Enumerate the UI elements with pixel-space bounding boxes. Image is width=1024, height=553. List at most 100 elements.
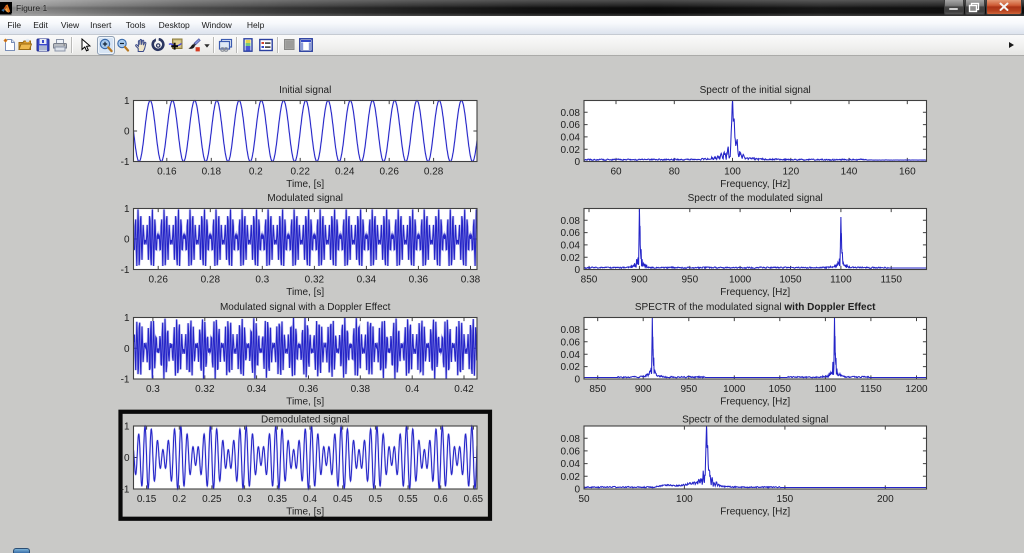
svg-text:120: 120 [782, 167, 799, 178]
svg-text:0.15: 0.15 [137, 494, 157, 505]
svg-text:80: 80 [669, 167, 681, 178]
svg-text:0.04: 0.04 [561, 459, 581, 470]
svg-text:Time, [s]: Time, [s] [286, 287, 324, 298]
svg-text:0.02: 0.02 [561, 253, 581, 264]
svg-text:SPECTR of the modulated signal: SPECTR of the modulated signal with Dopp… [635, 302, 876, 313]
svg-text:0: 0 [574, 375, 580, 386]
svg-text:0.5: 0.5 [368, 494, 382, 505]
svg-text:100: 100 [676, 494, 693, 505]
svg-text:0.42: 0.42 [454, 384, 474, 395]
svg-text:0.04: 0.04 [561, 350, 581, 361]
svg-text:0.26: 0.26 [379, 167, 399, 178]
svg-text:0: 0 [124, 127, 130, 138]
svg-text:0.2: 0.2 [249, 167, 263, 178]
svg-text:950: 950 [680, 384, 697, 395]
svg-text:1: 1 [124, 204, 130, 215]
svg-text:0.6: 0.6 [434, 494, 448, 505]
svg-text:0.36: 0.36 [299, 384, 319, 395]
svg-text:0.38: 0.38 [351, 384, 371, 395]
svg-text:1: 1 [124, 96, 130, 107]
svg-text:-1: -1 [121, 265, 130, 276]
svg-text:0: 0 [574, 265, 580, 276]
svg-text:900: 900 [635, 384, 652, 395]
svg-text:0.65: 0.65 [464, 494, 484, 505]
svg-text:0.18: 0.18 [202, 167, 222, 178]
svg-text:0.36: 0.36 [409, 275, 429, 286]
svg-text:850: 850 [581, 275, 598, 286]
svg-text:0.22: 0.22 [290, 167, 310, 178]
svg-text:0.35: 0.35 [268, 494, 288, 505]
svg-text:100: 100 [724, 167, 741, 178]
svg-text:0: 0 [574, 485, 580, 496]
svg-text:1: 1 [124, 313, 130, 324]
svg-text:0.06: 0.06 [561, 447, 581, 458]
svg-text:0.4: 0.4 [303, 494, 317, 505]
svg-text:Demodulated signal: Demodulated signal [261, 415, 349, 426]
svg-text:1150: 1150 [880, 275, 902, 286]
svg-text:Modulated signal with a Dopple: Modulated signal with a Doppler Effect [220, 302, 391, 313]
svg-text:0.02: 0.02 [561, 145, 581, 156]
svg-text:0.28: 0.28 [424, 167, 444, 178]
svg-text:0.26: 0.26 [148, 275, 168, 286]
svg-text:0.2: 0.2 [172, 494, 186, 505]
svg-text:0.04: 0.04 [561, 241, 581, 252]
svg-text:0.08: 0.08 [561, 434, 581, 445]
svg-text:1000: 1000 [729, 275, 752, 286]
svg-text:1150: 1150 [860, 384, 882, 395]
svg-text:160: 160 [899, 167, 916, 178]
svg-text:0.06: 0.06 [561, 337, 581, 348]
svg-text:850: 850 [589, 384, 606, 395]
svg-text:Spectr of the initial signal: Spectr of the initial signal [700, 85, 811, 96]
svg-text:1050: 1050 [779, 275, 802, 286]
svg-text:0.06: 0.06 [561, 120, 581, 131]
svg-text:1: 1 [124, 422, 130, 433]
svg-text:0: 0 [124, 453, 130, 464]
svg-text:0.25: 0.25 [202, 494, 222, 505]
svg-text:1200: 1200 [905, 384, 928, 395]
svg-text:0.32: 0.32 [195, 384, 215, 395]
svg-text:150: 150 [777, 494, 794, 505]
svg-text:Spectr of the modulated signal: Spectr of the modulated signal [688, 193, 823, 204]
svg-text:900: 900 [631, 275, 648, 286]
svg-text:Initial signal: Initial signal [279, 85, 331, 96]
svg-text:60: 60 [610, 167, 622, 178]
svg-text:0.55: 0.55 [398, 494, 418, 505]
svg-text:Frequency, [Hz]: Frequency, [Hz] [720, 507, 790, 518]
svg-text:0.08: 0.08 [561, 216, 581, 227]
svg-text:0.38: 0.38 [461, 275, 481, 286]
svg-text:0: 0 [124, 235, 130, 246]
svg-text:0: 0 [124, 344, 130, 355]
svg-text:950: 950 [681, 275, 698, 286]
svg-text:-1: -1 [121, 375, 130, 386]
svg-text:0.3: 0.3 [238, 494, 252, 505]
svg-text:0.08: 0.08 [561, 325, 581, 336]
svg-text:140: 140 [841, 167, 858, 178]
svg-text:Modulated signal: Modulated signal [267, 193, 343, 204]
svg-text:1100: 1100 [830, 275, 852, 286]
svg-text:0.02: 0.02 [561, 362, 581, 373]
svg-text:1000: 1000 [723, 384, 746, 395]
svg-text:0.34: 0.34 [357, 275, 377, 286]
svg-text:0.3: 0.3 [146, 384, 160, 395]
svg-text:Frequency, [Hz]: Frequency, [Hz] [720, 287, 790, 298]
svg-text:0.34: 0.34 [247, 384, 267, 395]
svg-text:0.28: 0.28 [201, 275, 221, 286]
svg-text:0: 0 [574, 157, 580, 168]
svg-text:0.02: 0.02 [561, 472, 581, 483]
svg-text:Frequency, [Hz]: Frequency, [Hz] [720, 179, 790, 190]
svg-text:0.08: 0.08 [561, 108, 581, 119]
svg-text:-1: -1 [121, 485, 130, 496]
svg-text:0.16: 0.16 [157, 167, 177, 178]
svg-text:Spectr of the demodulated sign: Spectr of the demodulated signal [682, 415, 828, 426]
svg-text:0.3: 0.3 [255, 275, 269, 286]
svg-text:-1: -1 [121, 157, 130, 168]
svg-text:Time, [s]: Time, [s] [286, 507, 324, 518]
svg-text:0.06: 0.06 [561, 228, 581, 239]
svg-text:0.4: 0.4 [405, 384, 419, 395]
svg-text:Frequency, [Hz]: Frequency, [Hz] [720, 397, 790, 408]
svg-text:0.04: 0.04 [561, 133, 581, 144]
svg-text:Time, [s]: Time, [s] [286, 179, 324, 190]
svg-text:0.24: 0.24 [335, 167, 355, 178]
svg-text:0.32: 0.32 [305, 275, 325, 286]
svg-text:0.45: 0.45 [333, 494, 353, 505]
